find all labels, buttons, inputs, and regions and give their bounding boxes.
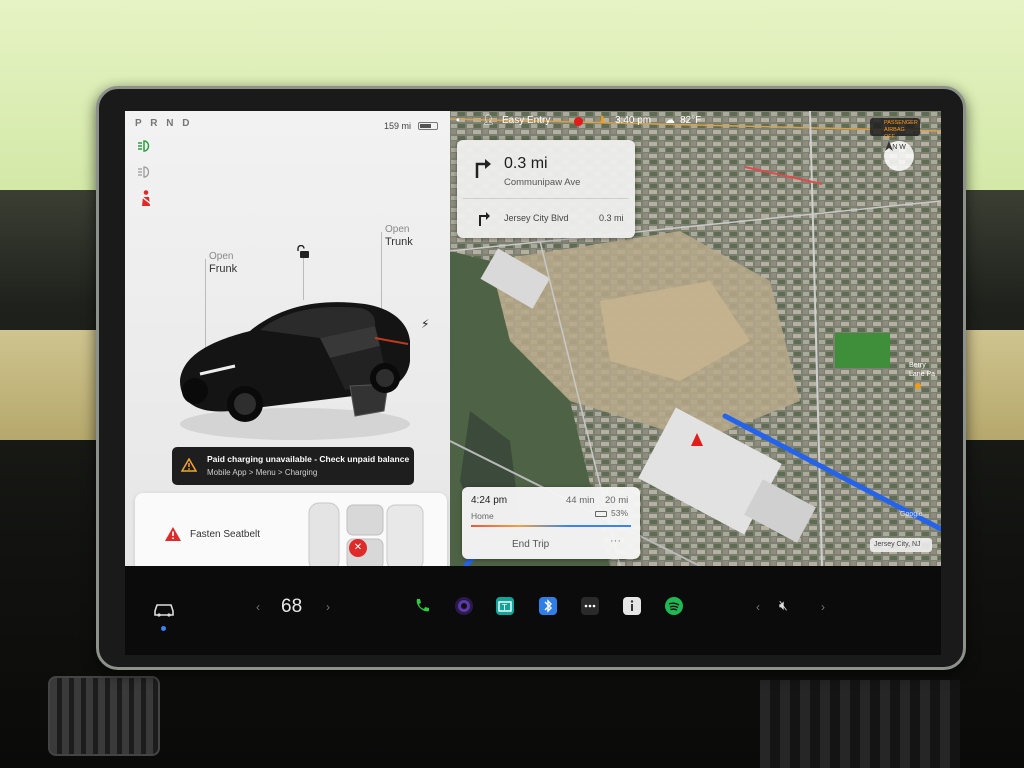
airbag-line-2: AIRBAG OFF <box>884 127 905 140</box>
arrival-time: 4:24 pm <box>471 495 508 506</box>
floor-pedal <box>48 676 160 756</box>
compass-arrow-icon <box>885 141 893 151</box>
volume-up-button[interactable]: › <box>821 600 825 614</box>
touchscreen: P R N D 159 mi Open Frunk Open Trunk ⚡︎ <box>125 111 941 655</box>
passenger-airbag-indicator: PASSENGER AIRBAG OFF <box>870 118 920 140</box>
red-warning-icon <box>165 527 181 541</box>
headlight-icon <box>137 139 155 156</box>
alert-title: Paid charging unavailable - Check unpaid… <box>207 454 410 464</box>
park-label: Berry Lane Pa <box>909 362 936 378</box>
following-turn-distance: 0.3 mi <box>599 213 624 223</box>
nav-divider <box>463 198 629 199</box>
charging-alert[interactable]: Paid charging unavailable - Check unpaid… <box>172 447 414 485</box>
frunk-label: Frunk <box>209 263 238 275</box>
profile-icon[interactable]: 👤︎ <box>482 115 495 126</box>
clock: 3:40 pm <box>615 115 652 126</box>
car-render <box>180 302 410 440</box>
svg-text:T: T <box>501 603 507 612</box>
bottom-dock: ‹ 68 › T ‹ 🔇︎ › <box>125 566 941 655</box>
seat-map <box>308 502 424 572</box>
temp-up-button[interactable]: › <box>326 600 330 614</box>
end-trip-button[interactable]: End Trip <box>512 539 549 550</box>
trunk-label: Trunk <box>385 236 413 248</box>
next-turn-street: Communipaw Ave <box>504 177 581 188</box>
map-status-bar: ▪︎ 👤︎ Easy Entry ⬇︎ 3:40 pm ☁︎ 82°F <box>450 111 941 131</box>
mute-icon[interactable]: 🔇︎ <box>779 597 788 614</box>
range-readout: 159 mi <box>384 121 412 131</box>
theater-icon[interactable]: T <box>496 597 514 615</box>
seatbelt-warning-icon <box>137 189 155 210</box>
turn-right-small-icon <box>479 212 490 226</box>
unbuckled-seatbelt-icon: ✕︎ <box>349 539 367 557</box>
driver-profile[interactable]: Easy Entry <box>502 115 550 126</box>
map-attribution: Google <box>900 511 923 518</box>
frunk-control[interactable]: Open Frunk <box>209 251 237 275</box>
battery-small-icon <box>595 511 607 517</box>
outside-temperature: 82°F <box>680 115 702 126</box>
next-turn-distance: 0.3 mi <box>504 155 548 172</box>
seatbelt-message: Fasten Seatbelt <box>190 529 261 540</box>
cabin-temperature[interactable]: 68 <box>281 596 302 618</box>
lock-status-icon: ▪︎ <box>456 115 460 126</box>
spotify-icon[interactable] <box>665 597 683 615</box>
camera-icon[interactable] <box>455 597 473 615</box>
turn-right-arrow-icon <box>475 159 491 178</box>
phone-icon[interactable] <box>413 597 431 615</box>
weather-cloud-icon: ☁︎ <box>665 115 675 126</box>
alert-subtitle: Mobile App > Menu > Charging <box>207 468 318 477</box>
trip-distance: 20 mi <box>605 495 629 506</box>
arrival-battery: 53% <box>611 508 629 518</box>
traffic-bar <box>471 525 631 527</box>
manual-info-icon[interactable] <box>623 597 641 615</box>
battery-icon <box>418 122 438 130</box>
floor-mat <box>760 680 960 768</box>
auto-headlight-icon <box>137 165 155 182</box>
wood-trim-left <box>0 330 110 440</box>
location-label: Jersey City, NJ <box>870 538 932 552</box>
gear-selector: P R N D <box>135 118 193 129</box>
trunk-control[interactable]: Open Trunk <box>385 224 413 248</box>
trip-more-button[interactable]: ··· <box>610 535 621 547</box>
more-apps-icon[interactable] <box>581 597 599 615</box>
temp-down-button[interactable]: ‹ <box>256 600 260 614</box>
car-controls-icon[interactable] <box>153 601 175 617</box>
compass-button[interactable]: N W <box>884 141 914 171</box>
vehicle-panel: P R N D 159 mi Open Frunk Open Trunk ⚡︎ <box>125 111 450 586</box>
navigation-map[interactable]: ▪︎ 👤︎ Easy Entry ⬇︎ 3:40 pm ☁︎ 82°F PASS… <box>450 111 941 566</box>
frunk-open-label: Open <box>209 251 234 262</box>
active-indicator <box>161 626 166 631</box>
warning-triangle-icon <box>181 458 197 472</box>
dashcam-record-icon[interactable] <box>574 117 583 126</box>
turn-by-turn-card[interactable]: 0.3 mi Communipaw Ave Jersey City Blvd 0… <box>457 140 635 238</box>
bluetooth-icon[interactable] <box>539 597 557 615</box>
lightning-icon[interactable]: ⚡︎ <box>421 317 429 331</box>
trip-duration: 44 min <box>566 495 595 506</box>
sentry-download-icon[interactable]: ⬇︎ <box>598 115 606 126</box>
airbag-line-1: PASSENGER <box>884 120 918 126</box>
volume-down-button[interactable]: ‹ <box>756 600 760 614</box>
destination-name: Home <box>471 511 494 521</box>
trunk-open-label: Open <box>385 224 410 235</box>
unlocked-padlock-icon[interactable] <box>295 244 311 259</box>
following-turn-street: Jersey City Blvd <box>504 213 569 223</box>
trip-summary-card[interactable]: 4:24 pm 44 min 20 mi Home 53% End Trip ·… <box>462 487 640 559</box>
